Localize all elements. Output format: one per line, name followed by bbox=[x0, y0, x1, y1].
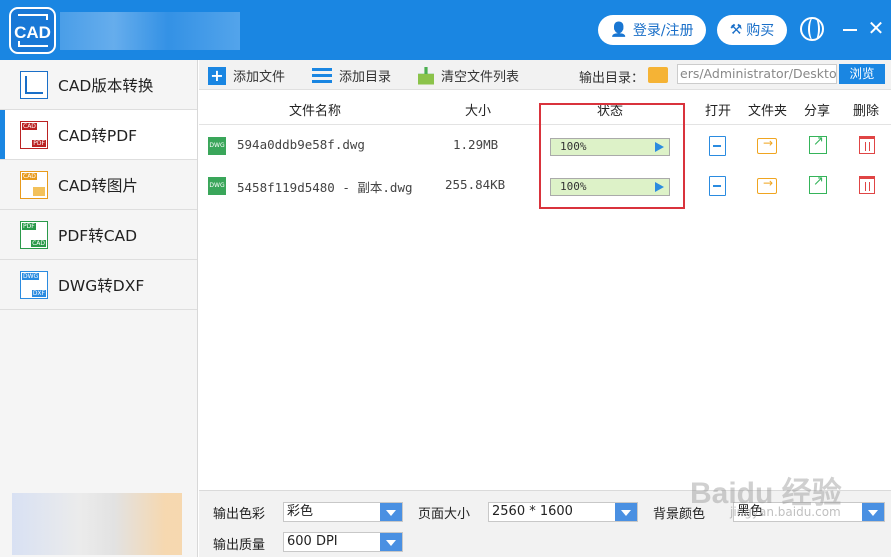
dwg-file-icon: DWG bbox=[208, 137, 226, 155]
chevron-down-icon bbox=[862, 503, 884, 521]
sidebar-item-dwg-to-dxf[interactable]: DWG DXF DWG转DXF bbox=[0, 260, 197, 310]
status-highlight-box bbox=[539, 103, 685, 209]
column-name: 文件名称 bbox=[289, 104, 342, 119]
minimize-icon[interactable] bbox=[843, 29, 857, 31]
logo-text: CAD bbox=[14, 23, 51, 42]
delete-icon[interactable] bbox=[859, 136, 875, 154]
chevron-down-icon bbox=[615, 503, 637, 521]
bg-color-select[interactable]: 黑色 bbox=[733, 502, 885, 522]
buy-button[interactable]: ⚒ 购买 bbox=[717, 15, 787, 45]
folder-icon bbox=[648, 67, 668, 83]
icon-tag: CAD bbox=[22, 173, 37, 180]
plus-icon: + bbox=[208, 66, 226, 85]
chevron-down-icon bbox=[380, 503, 402, 521]
icon-tag: DXF bbox=[31, 290, 46, 297]
dwg-file-icon: DWG bbox=[208, 177, 226, 195]
page-size-value: 2560 * 1600 bbox=[492, 504, 573, 519]
add-directory-button[interactable]: 添加目录 bbox=[312, 66, 391, 85]
output-path-input[interactable]: ers/Administrator/Desktop bbox=[677, 64, 837, 84]
blurred-title bbox=[60, 12, 240, 50]
sidebar-item-pdf-to-cad[interactable]: PDF CAD PDF转CAD bbox=[0, 210, 197, 260]
toolbar: + 添加文件 添加目录 清空文件列表 输出目录： ers/Administrat… bbox=[199, 60, 891, 90]
quality-value: 600 DPI bbox=[287, 534, 338, 549]
icon-tag: PDF bbox=[22, 223, 36, 230]
share-icon[interactable] bbox=[809, 134, 827, 154]
sidebar-item-label: CAD转图片 bbox=[58, 176, 138, 195]
open-file-icon[interactable] bbox=[709, 136, 726, 156]
cad-version-icon bbox=[20, 71, 48, 99]
open-file-icon[interactable] bbox=[709, 176, 726, 196]
pdf-to-cad-icon: PDF CAD bbox=[20, 221, 48, 249]
logo-arrow-icon bbox=[18, 41, 48, 47]
column-open: 打开 bbox=[705, 104, 732, 119]
cad-to-pdf-icon: CAD PDF bbox=[20, 121, 48, 149]
add-file-button[interactable]: + 添加文件 bbox=[208, 66, 285, 85]
sidebar-item-label: CAD版本转换 bbox=[58, 76, 154, 95]
chevron-down-icon bbox=[380, 533, 402, 551]
column-folder: 文件夹 bbox=[748, 104, 788, 119]
file-name: 594a0ddb9e58f.dwg bbox=[237, 137, 365, 152]
clear-list-button[interactable]: 清空文件列表 bbox=[418, 66, 519, 85]
color-select[interactable]: 彩色 bbox=[283, 502, 403, 522]
add-file-label: 添加文件 bbox=[233, 70, 286, 85]
page-size-select[interactable]: 2560 * 1600 bbox=[488, 502, 638, 522]
cad-to-image-icon: CAD bbox=[20, 171, 48, 199]
file-name: 5458f119d5480 - 副本.dwg bbox=[237, 180, 413, 195]
sidebar: CAD版本转换 CAD PDF CAD转PDF CAD CAD转图片 PDF C… bbox=[0, 60, 198, 557]
sidebar-item-cad-to-pdf[interactable]: CAD PDF CAD转PDF bbox=[0, 110, 197, 160]
open-folder-icon[interactable] bbox=[757, 176, 777, 194]
file-size: 255.84KB bbox=[445, 177, 506, 192]
clear-list-label: 清空文件列表 bbox=[441, 70, 520, 85]
title-bar: CAD 👤 登录/注册 ⚒ 购买 ✕ bbox=[0, 0, 891, 60]
hammer-icon: ⚒ bbox=[729, 22, 743, 38]
add-directory-label: 添加目录 bbox=[339, 70, 392, 85]
logo-arrow-icon bbox=[18, 14, 48, 20]
column-size: 大小 bbox=[465, 104, 492, 119]
app-logo: CAD bbox=[9, 7, 56, 54]
user-icon: 👤 bbox=[610, 22, 628, 38]
login-register-button[interactable]: 👤 登录/注册 bbox=[598, 15, 706, 45]
output-dir-label: 输出目录： bbox=[579, 71, 645, 86]
column-share: 分享 bbox=[804, 104, 831, 119]
sidebar-item-label: CAD转PDF bbox=[58, 126, 138, 145]
column-delete: 删除 bbox=[853, 104, 880, 119]
page-size-label: 页面大小 bbox=[418, 507, 471, 522]
delete-icon[interactable] bbox=[859, 176, 875, 194]
broom-icon bbox=[418, 66, 434, 85]
icon-tag: PDF bbox=[32, 140, 46, 147]
bg-color-value: 黑色 bbox=[737, 504, 764, 519]
blurred-ad bbox=[12, 493, 182, 555]
globe-icon[interactable] bbox=[800, 17, 824, 41]
bg-color-label: 背景颜色 bbox=[653, 507, 706, 522]
icon-tag: DWG bbox=[22, 273, 40, 280]
login-label: 登录/注册 bbox=[632, 23, 694, 39]
sidebar-item-label: DWG转DXF bbox=[58, 276, 145, 295]
open-folder-icon[interactable] bbox=[757, 136, 777, 154]
share-icon[interactable] bbox=[809, 174, 827, 194]
icon-tag: CAD bbox=[31, 240, 46, 247]
settings-panel: 输出色彩 彩色 页面大小 2560 * 1600 背景颜色 黑色 输出质量 60… bbox=[199, 490, 891, 557]
close-icon[interactable]: ✕ bbox=[866, 16, 886, 40]
sidebar-item-label: PDF转CAD bbox=[58, 226, 138, 245]
sidebar-item-cad-version[interactable]: CAD版本转换 bbox=[0, 60, 197, 110]
sidebar-item-cad-to-image[interactable]: CAD CAD转图片 bbox=[0, 160, 197, 210]
color-label: 输出色彩 bbox=[213, 507, 266, 522]
browse-button[interactable]: 浏览 bbox=[839, 64, 885, 84]
list-icon bbox=[312, 67, 332, 84]
icon-tag: CAD bbox=[22, 123, 37, 130]
file-size: 1.29MB bbox=[453, 137, 499, 152]
dwg-to-dxf-icon: DWG DXF bbox=[20, 271, 48, 299]
color-value: 彩色 bbox=[287, 504, 314, 519]
quality-select[interactable]: 600 DPI bbox=[283, 532, 403, 552]
buy-label: 购买 bbox=[746, 23, 775, 39]
quality-label: 输出质量 bbox=[213, 538, 266, 553]
